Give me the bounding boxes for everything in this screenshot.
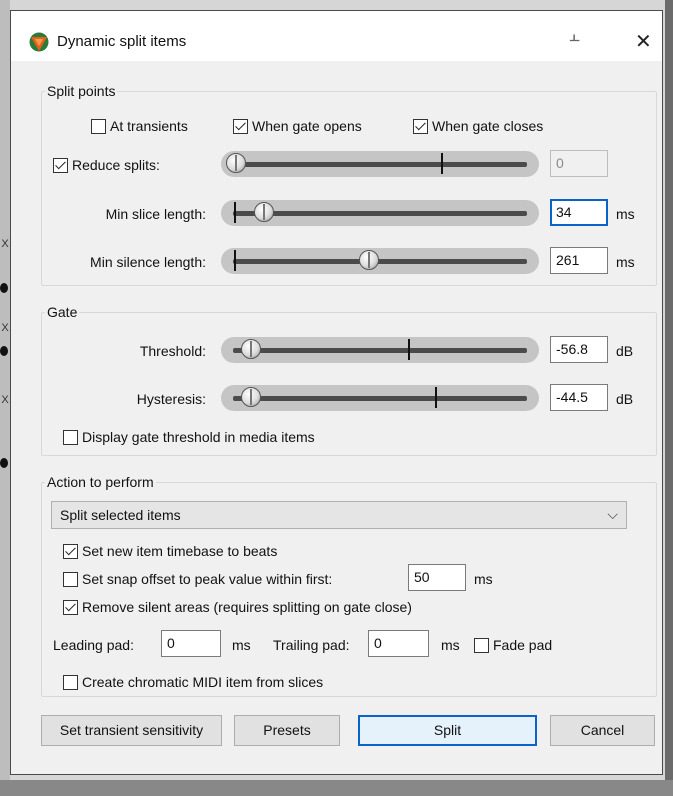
reduce-splits-checkbox[interactable]: Reduce splits: (53, 157, 160, 173)
hysteresis-field[interactable]: -44.5 (550, 384, 608, 411)
slider-default-tick (441, 153, 443, 174)
checkbox-box[interactable] (63, 429, 78, 445)
min-slice-unit: ms (616, 206, 635, 222)
slider-thumb[interactable] (241, 339, 261, 359)
when-gate-closes-checkbox[interactable]: When gate closes (413, 118, 543, 134)
checkbox-box[interactable] (63, 674, 78, 690)
reduce-splits-slider[interactable] (221, 151, 539, 177)
at-transients-checkbox[interactable]: At transients (91, 118, 188, 134)
remove-silent-checkbox[interactable]: Remove silent areas (requires splitting … (63, 599, 412, 615)
split-button[interactable]: Split (358, 715, 537, 746)
background-track-strip: X X X (0, 0, 10, 796)
checkbox-box[interactable] (63, 599, 78, 615)
hysteresis-label: Hysteresis: (136, 391, 206, 407)
checkbox-box[interactable] (91, 118, 106, 134)
background-edge-right (665, 0, 673, 796)
when-gate-opens-checkbox[interactable]: When gate opens (233, 118, 362, 134)
presets-button[interactable]: Presets (234, 715, 340, 746)
set-timebase-checkbox[interactable]: Set new item timebase to beats (63, 543, 277, 559)
leading-pad-label: Leading pad: (53, 637, 134, 653)
track-dot (0, 346, 8, 356)
min-silence-label: Min silence length: (90, 254, 206, 270)
track-dot (0, 458, 8, 468)
threshold-slider[interactable] (221, 337, 539, 363)
title-bar[interactable]: Dynamic split items ⫠ ✕ (11, 11, 662, 61)
min-slice-label: Min slice length: (105, 206, 206, 222)
dynamic-split-dialog: Dynamic split items ⫠ ✕ Split points At … (10, 10, 663, 775)
threshold-field[interactable]: -56.8 (550, 336, 608, 363)
min-silence-field[interactable]: 261 (550, 247, 608, 274)
chromatic-midi-checkbox[interactable]: Create chromatic MIDI item from slices (63, 674, 323, 690)
snap-offset-unit: ms (474, 571, 493, 587)
track-x-mark: X (1, 394, 9, 406)
reduce-splits-field[interactable]: 0 (550, 150, 608, 177)
trailing-pad-field[interactable]: 0 (368, 630, 429, 657)
min-silence-unit: ms (616, 254, 635, 270)
chevron-down-icon: ⌵ (607, 506, 618, 522)
track-x-mark: X (1, 322, 9, 334)
dialog-title: Dynamic split items (57, 33, 187, 50)
gate-label: Gate (45, 304, 80, 320)
checkbox-box[interactable] (53, 157, 68, 173)
track-x-mark: X (1, 238, 9, 250)
trailing-pad-unit: ms (441, 637, 460, 653)
threshold-unit: dB (616, 343, 634, 359)
fade-pad-checkbox[interactable]: Fade pad (474, 637, 552, 653)
slider-thumb[interactable] (254, 202, 274, 222)
hysteresis-slider[interactable] (221, 385, 539, 411)
slider-default-tick (435, 387, 437, 408)
cancel-button[interactable]: Cancel (550, 715, 655, 746)
pin-icon[interactable]: ⫠ (569, 25, 580, 46)
checkbox-box[interactable] (63, 571, 78, 587)
split-points-label: Split points (45, 83, 118, 99)
track-dot (0, 283, 8, 293)
checkbox-box[interactable] (413, 118, 428, 134)
leading-pad-unit: ms (232, 637, 251, 653)
checkbox-box[interactable] (63, 543, 78, 559)
slider-thumb[interactable] (226, 153, 246, 173)
action-select-value: Split selected items (60, 507, 181, 523)
trailing-pad-label: Trailing pad: (273, 637, 350, 653)
background-timeline (0, 780, 673, 796)
leading-pad-field[interactable]: 0 (161, 630, 221, 657)
snap-offset-field[interactable]: 50 (408, 564, 466, 591)
min-silence-slider[interactable] (221, 248, 539, 274)
hysteresis-unit: dB (616, 391, 634, 407)
action-select[interactable]: Split selected items ⌵ (51, 501, 627, 529)
action-label: Action to perform (45, 474, 156, 490)
slider-thumb[interactable] (241, 387, 261, 407)
snap-offset-checkbox[interactable]: Set snap offset to peak value within fir… (63, 571, 332, 587)
threshold-label: Threshold: (139, 343, 206, 359)
slider-thumb[interactable] (359, 250, 379, 270)
slider-default-tick (234, 250, 236, 271)
close-icon[interactable]: ✕ (635, 29, 652, 54)
slider-default-tick (234, 202, 236, 223)
min-slice-field[interactable]: 34 (550, 199, 608, 226)
checkbox-box[interactable] (233, 118, 248, 134)
display-threshold-checkbox[interactable]: Display gate threshold in media items (63, 429, 315, 445)
checkbox-box[interactable] (474, 637, 489, 653)
set-transient-sensitivity-button[interactable]: Set transient sensitivity (41, 715, 222, 746)
min-slice-slider[interactable] (221, 200, 539, 226)
reaper-logo-icon (29, 32, 49, 52)
slider-default-tick (408, 339, 410, 360)
